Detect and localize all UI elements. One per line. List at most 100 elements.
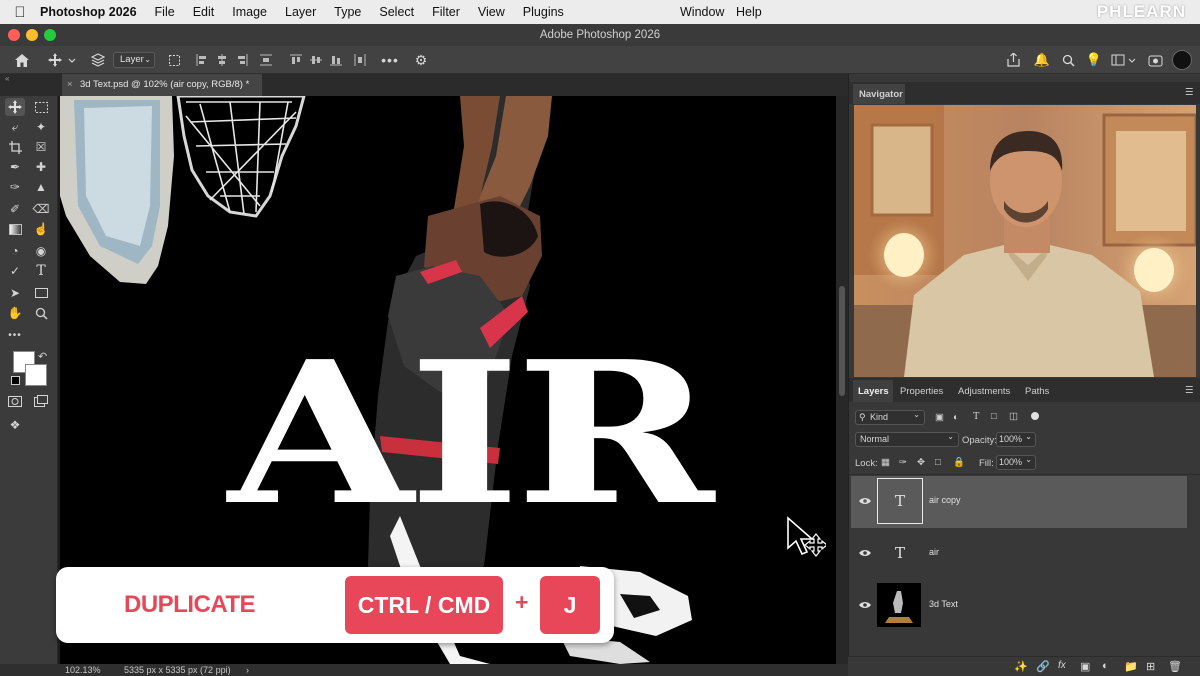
menu-view[interactable]: View [478,5,505,19]
delete-layer-icon[interactable]: 🗑 [1168,660,1182,673]
lock-position-icon[interactable]: ✥ [917,457,925,468]
sponge-tool-icon[interactable]: ◉ [31,242,51,260]
move-tool-preset-icon[interactable] [46,50,78,70]
layers-menu-icon[interactable]: ☰ [1185,385,1194,396]
chevron-right-icon[interactable]: › [246,664,249,676]
menu-window[interactable]: Window [680,0,724,24]
align-left-icon[interactable] [194,50,210,70]
quick-mask-icon[interactable] [5,392,25,410]
magic-wand-tool-icon[interactable]: ✦ [31,118,51,136]
lock-all-icon[interactable]: 🔒 [953,457,965,468]
share-icon[interactable] [1004,50,1022,70]
user-avatar[interactable] [1171,50,1193,70]
filter-shape-icon[interactable]: □ [991,411,997,422]
crop-tool-icon[interactable] [5,138,25,156]
contextual-task-icon[interactable]: ✨ [1014,660,1028,673]
artboard-icon[interactable]: ❖ [5,416,25,434]
distribute-vertical-icon[interactable] [352,50,368,70]
navigator-preview[interactable] [854,105,1196,377]
menu-edit[interactable]: Edit [193,5,215,19]
move-tool-icon[interactable] [5,98,25,116]
healing-brush-tool-icon[interactable]: ✚ [31,158,51,176]
visibility-eye-icon[interactable] [859,496,871,508]
foreground-color-swatch[interactable] [25,364,47,386]
visibility-eye-icon[interactable] [859,600,871,612]
eraser-tool-icon[interactable]: ⌫ [31,200,51,218]
filter-type-icon[interactable]: T [973,411,979,422]
zoom-window-button[interactable] [44,29,56,41]
minimize-window-button[interactable] [26,29,38,41]
distribute-icon[interactable] [258,50,274,70]
menu-app-name[interactable]: Photoshop 2026 [40,5,137,19]
zoom-level[interactable]: 102.13% [65,664,101,676]
pen-tool-icon[interactable]: ✓ [5,262,25,280]
marquee-tool-icon[interactable] [31,98,51,116]
add-mask-icon[interactable]: ▣ [1080,660,1090,673]
align-center-icon[interactable] [214,50,230,70]
menu-type[interactable]: Type [334,5,361,19]
screen-mode-icon[interactable] [31,392,51,410]
auto-select-target-dropdown[interactable]: Layer ⌄ [113,52,155,68]
new-group-icon[interactable]: 📁 [1124,660,1138,673]
filter-smart-object-icon[interactable]: ◫ [1009,411,1018,422]
notifications-bell-icon[interactable]: 🔔 [1034,50,1050,70]
layer-row-air-copy[interactable]: T air copy [851,476,1187,528]
type-tool-icon[interactable]: T [31,262,51,280]
menu-file[interactable]: File [155,5,175,19]
cloud-docs-icon[interactable] [1146,50,1164,70]
close-window-button[interactable] [8,29,20,41]
layer-style-fx-icon[interactable]: fx [1058,660,1066,671]
document-tab[interactable]: × 3d Text.psd @ 102% (air copy, RGB/8) * [62,74,262,96]
lock-transparent-pixels-icon[interactable]: ▦ [881,457,890,468]
smudge-tool-icon[interactable]: ☝ [31,220,51,238]
menu-help[interactable]: Help [736,0,762,24]
close-tab-icon[interactable]: × [67,74,73,96]
swap-colors-icon[interactable]: ↶ [38,350,47,363]
layer-name[interactable]: air copy [929,495,961,505]
edit-toolbar-more-icon[interactable]: ••• [5,326,25,344]
gradient-tool-icon[interactable] [5,220,25,238]
adjustment-layer-icon[interactable]: ◐ [1102,660,1109,672]
layer-name[interactable]: 3d Text [929,599,958,609]
align-top-icon[interactable] [288,50,304,70]
lock-image-pixels-icon[interactable]: ✑ [899,457,907,468]
home-icon[interactable] [12,50,32,70]
new-layer-icon[interactable]: ⊞ [1146,660,1155,673]
menu-layer[interactable]: Layer [285,5,316,19]
dodge-tool-icon[interactable]: ◔ [5,242,25,260]
menu-image[interactable]: Image [232,5,267,19]
lock-artboard-icon[interactable]: □ [935,457,941,468]
visibility-eye-icon[interactable] [859,548,871,560]
lasso-tool-icon[interactable]: ⤶ [5,118,25,136]
layer-row-3d-text[interactable]: 3d Text [851,580,1187,632]
opacity-field[interactable]: 100% ⌄ [996,432,1036,447]
apple-menu-icon[interactable]:  [0,4,40,21]
align-bottom-icon[interactable] [328,50,344,70]
search-icon[interactable] [1060,50,1076,70]
history-brush-tool-icon[interactable]: ✐ [5,200,25,218]
filter-pixel-icon[interactable]: ▣ [935,412,944,423]
navigator-menu-icon[interactable]: ☰ [1185,87,1194,98]
transform-controls-icon[interactable] [166,50,182,70]
align-right-icon[interactable] [234,50,250,70]
canvas-vertical-scrollbar[interactable] [836,96,848,664]
settings-gear-icon[interactable]: ⚙ [412,50,430,70]
tab-layers[interactable]: Layers [858,386,889,397]
eyedropper-tool-icon[interactable]: ✒ [5,158,25,176]
rectangle-tool-icon[interactable] [31,284,51,302]
brush-tool-icon[interactable]: ✑ [5,178,25,196]
clone-stamp-tool-icon[interactable]: ▲ [31,178,51,196]
workspace-switcher-icon[interactable] [1110,50,1138,70]
hand-tool-icon[interactable]: ✋ [5,304,25,322]
align-middle-icon[interactable] [308,50,324,70]
scrollbar-thumb[interactable] [839,286,845,396]
menu-select[interactable]: Select [379,5,414,19]
layer-filter-dropdown[interactable]: ⚲ Kind ⌄ [855,410,925,425]
tab-properties[interactable]: Properties [900,386,943,397]
default-colors-icon[interactable] [11,376,20,385]
more-options-icon[interactable]: ••• [380,50,400,70]
zoom-tool-icon[interactable] [31,304,51,322]
blend-mode-dropdown[interactable]: Normal ⌄ [855,432,959,447]
layer-row-air[interactable]: T air [851,528,1187,580]
layer-name[interactable]: air [929,547,939,557]
